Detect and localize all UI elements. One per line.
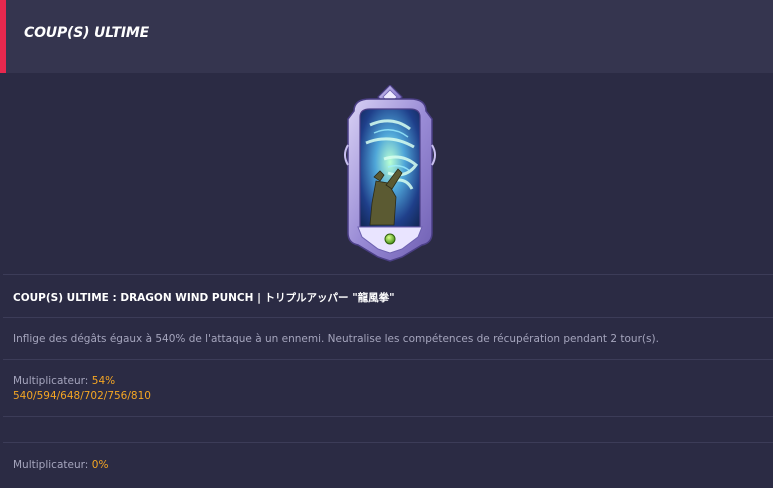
multiplier-levels-row: 540/594/648/702/756/810	[13, 389, 151, 402]
header-accent-bar	[0, 0, 6, 73]
multiplier-label: Multiplicateur:	[13, 375, 89, 387]
skill-description: Inflige des dégâts égaux à 540% de l'att…	[13, 333, 659, 345]
skill-art-area	[3, 73, 773, 274]
divider	[3, 359, 773, 360]
multiplier-levels: 540/594/648/702/756/810	[13, 390, 151, 402]
multiplier2-row: Multiplicateur: 0%	[13, 458, 108, 471]
ultimate-skill-panel: COUP(S) ULTIME COUP(S) ULTIME: DRAGON W…	[0, 0, 773, 488]
multiplier-value: 54%	[91, 375, 116, 387]
multiplier-row: Multiplicateur: 54%	[13, 374, 115, 387]
divider	[3, 274, 773, 275]
skill-name: COUP(S) ULTIME : DRAGON WIND PUNCH | トリプ…	[13, 292, 395, 304]
skill-description-row: Inflige des dégâts égaux à 540% de l'att…	[13, 332, 659, 345]
divider	[3, 416, 773, 417]
multiplier2-label: Multiplicateur:	[13, 459, 89, 471]
panel-header: COUP(S) ULTIME	[0, 0, 773, 73]
skill-card-art	[344, 85, 436, 262]
divider	[3, 317, 773, 318]
panel-content: COUP(S) ULTIME : DRAGON WIND PUNCH | トリプ…	[3, 73, 773, 488]
panel-title: COUP(S) ULTIME	[24, 25, 149, 41]
divider	[3, 442, 773, 443]
multiplier2-value: 0%	[91, 459, 109, 471]
skill-name-row: COUP(S) ULTIME : DRAGON WIND PUNCH | トリプ…	[13, 290, 395, 305]
green-gem-icon	[384, 233, 396, 245]
